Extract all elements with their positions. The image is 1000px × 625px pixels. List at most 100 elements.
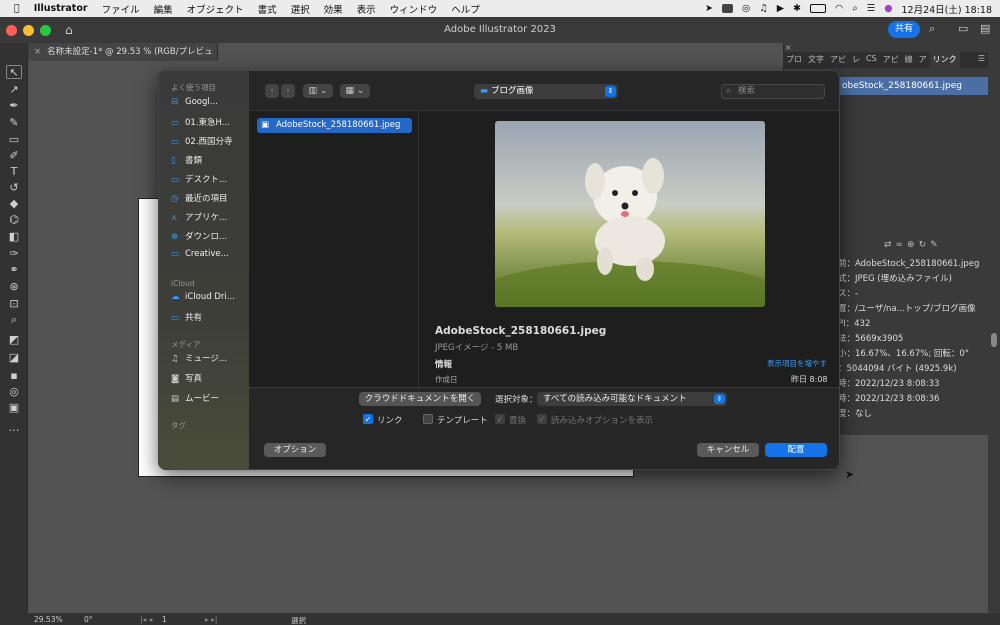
clock[interactable]: 12月24日(土) 18:18	[902, 2, 993, 16]
draw-mode-icon[interactable]: ◎	[6, 385, 22, 399]
screen-mode-icon[interactable]: ▣	[6, 401, 22, 415]
color-mode-icon[interactable]: ▪	[6, 369, 22, 383]
color-swatch-icon[interactable]: ◪	[6, 351, 22, 365]
fill-stroke-icon[interactable]: ◩	[6, 333, 22, 347]
bluetooth-icon[interactable]: ✱	[793, 3, 801, 14]
menu-help[interactable]: ヘルプ	[451, 2, 480, 16]
location-select[interactable]: ▬ ブログ画像 ⇕	[474, 84, 618, 99]
menu-edit[interactable]: 編集	[154, 2, 173, 16]
template-checkbox[interactable]	[423, 414, 433, 424]
sidebar-item-photos[interactable]: ◙ 写真	[171, 372, 247, 386]
siri-icon[interactable]: ●	[884, 3, 892, 14]
forward-button[interactable]: ›	[281, 84, 295, 98]
sidebar-item-google[interactable]: ⊟ Googl...	[171, 97, 247, 111]
sidebar-item-shared[interactable]: ▭ 共有	[171, 311, 247, 325]
menu-type[interactable]: 書式	[258, 2, 277, 16]
eyedropper-tool-icon[interactable]: ✑	[6, 247, 22, 261]
replace-checkbox[interactable]: ✓	[495, 414, 505, 424]
eraser-tool-icon[interactable]: ◆	[6, 197, 22, 211]
arrange-icon[interactable]: ▭	[958, 22, 968, 35]
panel-menu-icon[interactable]: ☰	[975, 52, 988, 68]
document-tab[interactable]: ×名称未設定-1* @ 29.53 % (RGB/プレビュー)	[28, 43, 218, 75]
link-actions[interactable]: ⇄∞⊕↻✎	[884, 240, 942, 250]
rotate-tool-icon[interactable]: ↺	[6, 181, 22, 195]
menu-effect[interactable]: 効果	[324, 2, 343, 16]
show-import-options-checkbox[interactable]: ✓	[537, 414, 547, 424]
more-tools-icon[interactable]: …	[6, 421, 22, 435]
menu-file[interactable]: ファイル	[102, 2, 140, 16]
sidebar-item-movies[interactable]: ▤ ムービー	[171, 392, 247, 406]
link-list-item[interactable]: obeStock_258180661.jpeg	[838, 77, 988, 95]
close-tab-icon[interactable]: ×	[34, 47, 41, 57]
zoom-level[interactable]: 29.53%	[34, 615, 63, 624]
sidebar-item-recents[interactable]: ◷ 最近の項目	[171, 192, 247, 206]
tab-artboards[interactable]: アピ	[880, 52, 902, 68]
rectangle-tool-icon[interactable]: ▭	[6, 133, 22, 147]
tab-appearance[interactable]: アピ	[827, 52, 849, 68]
menu-window[interactable]: ウィンドウ	[390, 2, 438, 16]
location-icon[interactable]: ➤	[705, 3, 713, 14]
sidebar-item-downloads[interactable]: ⊕ ダウンロ...	[171, 230, 247, 244]
curvature-tool-icon[interactable]: ✎	[6, 116, 22, 130]
width-tool-icon[interactable]: ⌬	[6, 213, 22, 227]
tab-links[interactable]: リンク	[929, 52, 960, 68]
battery-icon[interactable]	[810, 4, 827, 13]
cc-icon[interactable]: ◎	[742, 3, 750, 14]
sidebar-item-folder2[interactable]: ▭ 02.西国分寺	[171, 135, 247, 149]
tab-layers[interactable]: レ	[849, 52, 863, 68]
next-artboard-icon[interactable]: ▸ ▸|	[205, 615, 217, 624]
scroll-thumb[interactable]	[991, 333, 997, 347]
apple-menu-icon[interactable]: 	[14, 3, 20, 14]
symbol-tool-icon[interactable]: ⊛	[6, 280, 22, 294]
tab-properties[interactable]: プロ	[783, 52, 805, 68]
options-button[interactable]: オプション	[264, 443, 326, 457]
spotlight-icon[interactable]: ⌕	[852, 3, 857, 14]
view-columns-button[interactable]: ▥ ⌄	[303, 84, 333, 98]
show-more-link[interactable]: 表示項目を増やす	[767, 358, 827, 369]
pen-tool-icon[interactable]: ✒	[6, 99, 22, 113]
audio-icon[interactable]: ♫	[759, 3, 768, 14]
close-panel-icon[interactable]: ×	[785, 43, 792, 52]
share-button[interactable]: 共有	[888, 21, 920, 38]
link-checkbox[interactable]: ✓	[363, 414, 373, 424]
direct-selection-tool-icon[interactable]: ↗	[6, 83, 22, 97]
menu-select[interactable]: 選択	[291, 2, 310, 16]
cancel-button[interactable]: キャンセル	[697, 443, 759, 457]
gradient-tool-icon[interactable]: ◧	[6, 230, 22, 244]
sidebar-item-creative[interactable]: ▭ Creative...	[171, 249, 247, 263]
artboard-number[interactable]: 1	[162, 615, 167, 624]
wifi-icon[interactable]: ◠	[835, 3, 843, 14]
file-list-item[interactable]: ▣ AdobeStock_258180661.jpeg	[257, 118, 412, 133]
view-grid-button[interactable]: ▦ ⌄	[340, 84, 370, 98]
paintbrush-tool-icon[interactable]: ✐	[6, 149, 22, 163]
sidebar-item-music[interactable]: ♫ ミュージ...	[171, 352, 247, 366]
tab-asset[interactable]: ア	[916, 52, 930, 68]
control-center-icon[interactable]: ☰	[867, 3, 876, 14]
tab-cs[interactable]: CS	[863, 52, 880, 68]
menu-view[interactable]: 表示	[357, 2, 376, 16]
rotation-angle[interactable]: 0°	[84, 615, 93, 624]
sidebar-item-desktop[interactable]: ▭ デスクト...	[171, 173, 247, 187]
artboard-tool-icon[interactable]: ⊡	[6, 297, 22, 311]
selection-tool-icon[interactable]: ↖	[6, 65, 22, 79]
menu-illustrator[interactable]: Illustrator	[34, 3, 88, 14]
filter-select[interactable]: すべての読み込み可能なドキュメント ⇕	[537, 392, 727, 406]
back-button[interactable]: ‹	[265, 84, 279, 98]
workspace-icon[interactable]: ▤	[980, 22, 990, 35]
tab-character[interactable]: 文字	[805, 52, 827, 68]
right-scrollbar[interactable]	[988, 43, 1000, 613]
sidebar-item-documents[interactable]: ▯ 書類	[171, 154, 247, 168]
zoom-tool-icon[interactable]: ⌕	[6, 313, 22, 327]
menu-object[interactable]: オブジェクト	[187, 2, 244, 16]
search-field[interactable]: ⌕ 検索	[721, 84, 825, 99]
play-icon[interactable]: ▶	[777, 3, 784, 14]
prev-artboard-icon[interactable]: |◂ ◂	[140, 615, 152, 624]
tab-stroke[interactable]: 線	[902, 52, 916, 68]
screen-icon[interactable]	[721, 4, 733, 13]
type-tool-icon[interactable]: T	[6, 165, 22, 179]
sidebar-item-icloud-drive[interactable]: ☁ iCloud Dri...	[171, 292, 247, 306]
blend-tool-icon[interactable]: ⚭	[6, 263, 22, 277]
sidebar-item-folder1[interactable]: ▭ 01.東急H...	[171, 116, 247, 130]
search-icon[interactable]: ⌕	[929, 22, 935, 36]
place-button[interactable]: 配置	[765, 443, 827, 457]
